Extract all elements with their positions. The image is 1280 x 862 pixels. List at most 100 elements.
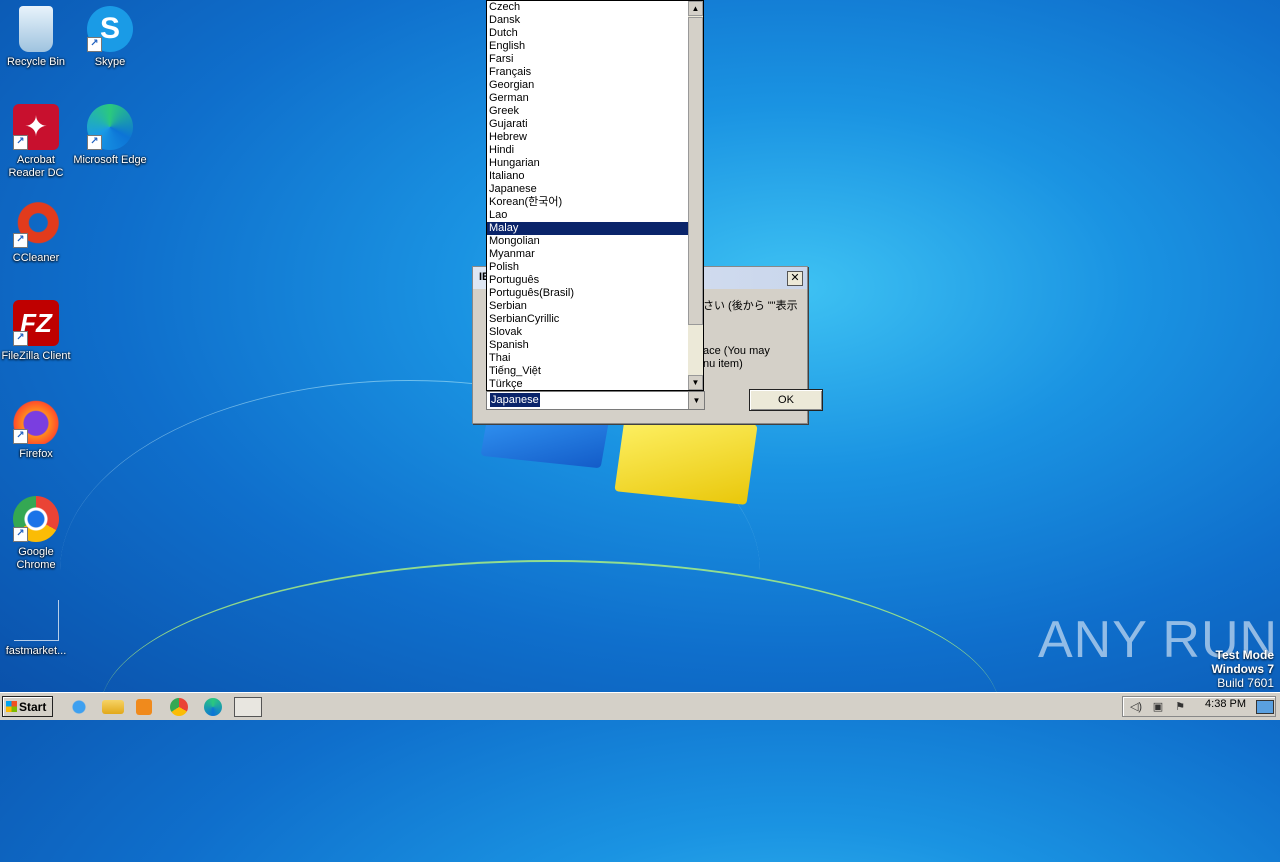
language-combobox[interactable]: Japanese ▼ (486, 391, 705, 410)
firefox-icon: ↗ (13, 398, 59, 444)
language-option[interactable]: Farsi (487, 53, 689, 66)
shortcut-arrow-icon: ↗ (87, 37, 102, 52)
ok-button[interactable]: OK (749, 389, 823, 411)
test-mode-line3: Build 7601 (1217, 676, 1274, 690)
shortcut-arrow-icon: ↗ (13, 135, 28, 150)
test-mode-text: Test Mode Windows 7 Build 7601 (1211, 648, 1274, 690)
desktop-icon-label: FileZilla Client (1, 350, 71, 362)
desktop-icon-label: Recycle Bin (6, 56, 66, 68)
language-option[interactable]: Mongolian (487, 235, 689, 248)
language-option[interactable]: Korean(한국어) (487, 196, 689, 209)
desktop-icon-label: Acrobat Reader DC (8, 154, 64, 179)
desktop-icon-label: fastmarket... (5, 645, 67, 657)
language-option[interactable]: Français (487, 66, 689, 79)
language-option[interactable]: German (487, 92, 689, 105)
language-option[interactable]: English (487, 40, 689, 53)
scroll-down-button[interactable]: ▼ (688, 375, 703, 390)
desktop-icon-firefox[interactable]: ↗ Firefox (0, 398, 74, 461)
taskbar-clock[interactable]: 4:38 PM (1205, 698, 1246, 710)
language-option[interactable]: Spanish (487, 339, 689, 352)
taskbar-edge-icon[interactable] (204, 698, 222, 716)
language-option[interactable]: Dutch (487, 27, 689, 40)
language-list-items: Czech Dansk Dutch English Farsi Français Georg… (487, 1, 689, 390)
desktop-icon-ccleaner[interactable]: ↗ CCleaner (0, 202, 74, 265)
chevron-down-icon: ▼ (692, 396, 701, 405)
combobox-dropdown-button[interactable]: ▼ (688, 392, 704, 409)
scroll-up-button[interactable]: ▲ (688, 1, 703, 16)
desktop-icon-filezilla[interactable]: FZ ↗ FileZilla Client (0, 300, 74, 363)
language-option[interactable]: Italiano (487, 170, 689, 183)
language-option[interactable]: Thai (487, 352, 689, 365)
taskbar-ie-icon[interactable] (68, 697, 90, 717)
combobox-value[interactable]: Japanese (490, 393, 540, 407)
file-icon (13, 600, 59, 641)
close-button[interactable]: ✕ (787, 271, 803, 286)
language-option[interactable]: Tiếng_Việt (487, 365, 689, 378)
language-option[interactable]: Malay (487, 222, 689, 235)
language-dropdown-list[interactable]: Czech Dansk Dutch English Farsi Français Georg… (486, 0, 704, 391)
language-option[interactable]: Greek (487, 105, 689, 118)
chrome-icon: ↗ (13, 496, 59, 542)
system-tray: ◁) ▣ ⚑ (1122, 696, 1276, 717)
language-option[interactable]: Hindi (487, 144, 689, 157)
edge-icon: ↗ (87, 104, 133, 150)
shortcut-arrow-icon: ↗ (13, 233, 28, 248)
taskbar: Start ◁) ▣ ⚑ 4:38 PM (0, 692, 1280, 720)
language-option[interactable]: Japanese (487, 183, 689, 196)
shortcut-arrow-icon: ↗ (87, 135, 102, 150)
language-option[interactable]: Hebrew (487, 131, 689, 144)
dialog-message-jp: さい (後から ""表示 (703, 300, 798, 312)
test-mode-line1: Test Mode (1215, 648, 1274, 662)
close-icon: ✕ (790, 272, 800, 284)
language-option[interactable]: Slovak (487, 326, 689, 339)
test-mode-line2: Windows 7 (1211, 662, 1274, 676)
language-option[interactable]: Georgian (487, 79, 689, 92)
language-option[interactable]: Myanmar (487, 248, 689, 261)
dialog-message-en: ace (You may nu item) (703, 345, 770, 371)
language-option[interactable]: Gujarati (487, 118, 689, 131)
windows-flag-icon (6, 701, 17, 712)
start-button[interactable]: Start (2, 696, 53, 717)
desktop-icon-label: Firefox (19, 448, 53, 460)
volume-icon[interactable]: ◁) (1129, 701, 1143, 714)
network-icon[interactable]: ▣ (1151, 701, 1165, 714)
language-option[interactable]: Português (487, 274, 689, 287)
desktop-icon-recycle-bin[interactable]: Recycle Bin (0, 6, 74, 69)
arrow-down-icon: ▼ (691, 378, 700, 387)
desktop-icon-skype[interactable]: S ↗ Skype (72, 6, 148, 69)
taskbar-media-player-icon[interactable] (136, 699, 152, 715)
language-option[interactable]: Dansk (487, 14, 689, 27)
shortcut-arrow-icon: ↗ (13, 429, 28, 444)
desktop-icon-label: Skype (94, 56, 126, 68)
list-scrollbar[interactable]: ▲ ▼ (688, 1, 703, 390)
start-label: Start (19, 700, 47, 714)
acrobat-icon: ✦ ↗ (13, 104, 59, 150)
desktop-icon-edge[interactable]: ↗ Microsoft Edge (72, 104, 148, 167)
taskbar-explorer-icon[interactable] (102, 700, 124, 714)
dialog-message-en-line2: nu item) (703, 358, 743, 370)
language-option[interactable]: Polish (487, 261, 689, 274)
desktop-icon-chrome[interactable]: ↗ Google Chrome (0, 496, 74, 572)
language-option[interactable]: Czech (487, 1, 689, 14)
shortcut-arrow-icon: ↗ (13, 331, 28, 346)
desktop-icon-acrobat[interactable]: ✦ ↗ Acrobat Reader DC (0, 104, 74, 180)
taskbar-chrome-icon[interactable] (170, 698, 188, 716)
shortcut-arrow-icon: ↗ (13, 527, 28, 542)
recycle-bin-icon (19, 6, 53, 52)
dialog-message-en-line1: ace (You may (703, 345, 770, 357)
language-option[interactable]: Serbian (487, 300, 689, 313)
language-option[interactable]: SerbianCyrillic (487, 313, 689, 326)
windows-logo-yellow (614, 411, 758, 505)
scroll-thumb[interactable] (688, 17, 703, 325)
desktop-icon-label: Microsoft Edge (73, 154, 147, 166)
action-center-flag-icon[interactable]: ⚑ (1173, 701, 1187, 714)
language-option[interactable]: Lao (487, 209, 689, 222)
desktop-icon-label: Google Chrome (16, 546, 56, 571)
desktop-icon-label: CCleaner (12, 252, 60, 264)
language-option[interactable]: Português(Brasil) (487, 287, 689, 300)
language-option[interactable]: Türkçe (487, 378, 689, 390)
language-option[interactable]: Hungarian (487, 157, 689, 170)
show-desktop-icon[interactable] (1256, 700, 1274, 714)
desktop-icon-fastmarket[interactable]: fastmarket... (0, 600, 74, 658)
taskbar-active-app-icon[interactable] (234, 697, 262, 717)
